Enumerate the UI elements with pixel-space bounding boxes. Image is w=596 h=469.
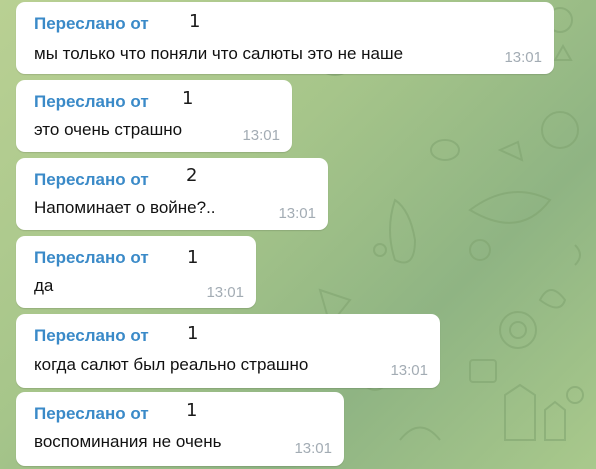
message-text: мы только что поняли что салюты это не н… <box>34 44 404 63</box>
message-timestamp: 13:01 <box>242 127 280 144</box>
message-timestamp: 13:01 <box>278 205 316 222</box>
forwarded-from-label[interactable]: Переслано от <box>34 92 149 112</box>
message-timestamp: 13:01 <box>206 284 244 301</box>
forwarded-from-label[interactable]: Переслано от <box>34 404 149 424</box>
message-bubble[interactable]: Переслано от 1 воспоминания не очень 13:… <box>16 392 344 466</box>
forward-count: 1 <box>186 400 198 421</box>
message-text: это очень страшно <box>34 120 183 139</box>
message-timestamp: 13:01 <box>294 440 332 457</box>
forwarded-from-label[interactable]: Переслано от <box>34 14 149 34</box>
message-text: да <box>34 276 54 295</box>
message-text: воспоминания не очень <box>34 432 222 451</box>
forward-count: 2 <box>186 165 198 186</box>
message-bubble[interactable]: Переслано от 1 это очень страшно 13:01 <box>16 80 292 152</box>
message-text: Напоминает о войне?.. <box>34 198 216 217</box>
message-bubble[interactable]: Переслано от 1 когда салют был реально с… <box>16 314 440 388</box>
forward-count: 1 <box>187 323 199 344</box>
message-timestamp: 13:01 <box>504 49 542 66</box>
message-bubble[interactable]: Переслано от 2 Напоминает о войне?.. 13:… <box>16 158 328 230</box>
forwarded-from-label[interactable]: Переслано от <box>34 170 149 190</box>
message-bubble[interactable]: Переслано от 1 мы только что поняли что … <box>16 2 554 74</box>
forwarded-from-label[interactable]: Переслано от <box>34 248 149 268</box>
message-timestamp: 13:01 <box>390 362 428 379</box>
message-bubble[interactable]: Переслано от 1 да 13:01 <box>16 236 256 308</box>
forward-count: 1 <box>189 11 201 32</box>
message-text: когда салют был реально страшно <box>34 355 309 374</box>
forwarded-from-label[interactable]: Переслано от <box>34 326 149 346</box>
forward-count: 1 <box>187 247 199 268</box>
forward-count: 1 <box>182 88 194 109</box>
